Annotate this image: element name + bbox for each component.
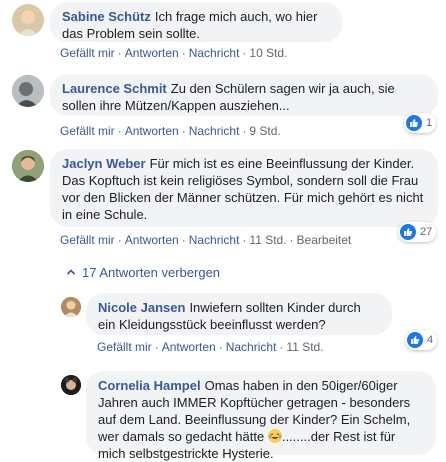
message-link[interactable]: Nachricht — [189, 46, 240, 60]
avatar[interactable] — [61, 297, 81, 317]
comment-bubble: Sabine Schütz Ich frage mich auch, wo hie… — [50, 2, 342, 42]
avatar[interactable] — [61, 375, 81, 395]
reaction-number: 27 — [420, 226, 433, 238]
reply-link[interactable]: Antworten — [125, 233, 179, 247]
comment-bubble: Laurence Schmit Zu den Schülern sagen wir… — [50, 74, 438, 116]
comment-time[interactable]: 11 Std. — [249, 233, 286, 247]
reply-time[interactable]: 11 Std. — [286, 340, 323, 354]
like-link[interactable]: Gefällt mir — [60, 46, 115, 60]
reply-link[interactable]: Antworten — [125, 46, 179, 60]
avatar[interactable] — [12, 150, 44, 182]
reply-bubble: Nicole Jansen Inwiefern sollten Kinder du… — [86, 293, 392, 335]
reply-link[interactable]: Antworten — [125, 124, 179, 138]
reaction-count[interactable]: 1 — [404, 113, 437, 133]
reaction-number: 4 — [427, 334, 434, 346]
message-link[interactable]: Nachricht — [226, 340, 277, 354]
reaction-count[interactable]: 27 — [398, 222, 437, 242]
reaction-count[interactable]: 4 — [405, 330, 438, 350]
laughing-emoji-icon — [267, 429, 282, 443]
comment-time[interactable]: 10 Std. — [249, 46, 287, 60]
reply-author[interactable]: Cornelia Hampel — [98, 378, 201, 393]
avatar[interactable] — [12, 75, 44, 107]
chevron-up-icon — [66, 269, 76, 275]
comment-bubble: Jaclyn Weber Für mich ist es eine Beeinfl… — [50, 149, 438, 227]
message-link[interactable]: Nachricht — [189, 124, 240, 138]
edited-label[interactable]: Bearbeitet — [297, 233, 352, 247]
comment-author[interactable]: Sabine Schütz — [62, 9, 151, 24]
message-link[interactable]: Nachricht — [189, 233, 240, 247]
thumbs-up-icon — [407, 332, 423, 348]
like-link[interactable]: Gefällt mir — [97, 340, 152, 354]
reply-link[interactable]: Antworten — [162, 340, 216, 354]
comment-time[interactable]: 9 Std. — [249, 124, 280, 138]
reply-bubble: Cornelia Hampel Omas haben in den 50iger/… — [86, 371, 436, 461]
comment-actions: Gefällt mir · Antworten · Nachricht · 11 Std. ·… — [60, 233, 352, 247]
comment-actions: Gefällt mir · Antworten · Nachricht · 9 Std. — [60, 124, 281, 138]
hide-replies-label: 17 Antworten verbergen — [82, 265, 221, 280]
like-link[interactable]: Gefällt mir — [60, 233, 115, 247]
comment-author[interactable]: Jaclyn Weber — [62, 156, 146, 171]
comment-actions: Gefällt mir · Antworten · Nachricht · 10 Std. — [60, 46, 288, 60]
reply-author[interactable]: Nicole Jansen — [98, 300, 185, 315]
avatar[interactable] — [12, 4, 44, 36]
thumbs-up-icon — [406, 115, 422, 131]
reply-actions: Gefällt mir · Antworten · Nachricht · 11 Std. — [97, 340, 324, 354]
reaction-number: 1 — [426, 117, 433, 129]
hide-replies-toggle[interactable]: 17 Antworten verbergen — [66, 265, 220, 280]
like-link[interactable]: Gefällt mir — [60, 124, 115, 138]
comment-author[interactable]: Laurence Schmit — [62, 81, 167, 96]
thumbs-up-icon — [400, 224, 416, 240]
